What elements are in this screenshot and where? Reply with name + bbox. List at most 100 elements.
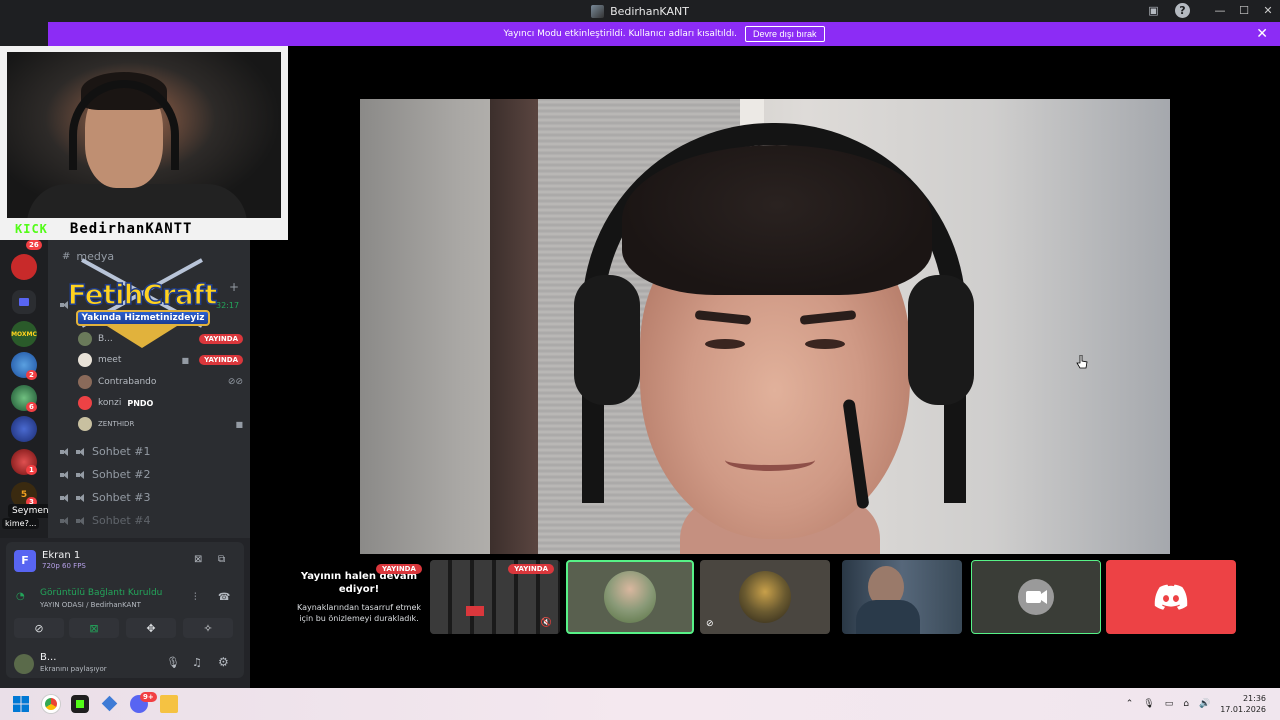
video-camera-icon — [1018, 579, 1054, 615]
disable-streamer-mode-button[interactable]: Devre dışı bırak — [745, 26, 825, 42]
notification-badge: 9+ — [140, 692, 157, 702]
screen-share-active-icon: ⊠ — [89, 621, 99, 635]
microphone-icon[interactable]: 🎙 — [166, 656, 180, 669]
member-status: PNDO — [127, 398, 154, 408]
noise-suppression-icon[interactable]: ⫶ — [194, 592, 197, 603]
volume-icon[interactable]: 🔊 — [1199, 699, 1210, 709]
participant-tile-speaking[interactable] — [566, 560, 694, 634]
participant-tile[interactable]: ⊘ — [700, 560, 830, 634]
screen-share-button[interactable]: ⊠ — [69, 618, 119, 638]
discord-tile[interactable] — [1106, 560, 1236, 634]
live-badge: YAYINDA — [508, 564, 554, 574]
microphone-tray-icon[interactable]: 🎙 — [1143, 699, 1154, 709]
user-status: Ekranını paylaşıyor — [40, 665, 107, 673]
participant-tile-camera[interactable] — [842, 560, 962, 634]
server-icon-5[interactable] — [11, 416, 37, 442]
camera-off-icon: ⊘ — [34, 621, 44, 635]
server-icon-moxmc[interactable]: MOXMC — [11, 321, 37, 347]
voice-member[interactable]: meet ■ YAYINDA — [78, 353, 243, 367]
server-badge: 2 — [26, 370, 37, 380]
signal-icon[interactable]: ◔ — [16, 591, 25, 602]
screen-quality: 720p 60 FPS — [42, 562, 86, 570]
camera-off-icon: ⊘ — [706, 619, 714, 629]
network-icon[interactable]: ⌂ — [1183, 699, 1189, 709]
voice-channel-sohbet-3[interactable]: Sohbet #3 — [60, 491, 150, 504]
help-icon[interactable]: ? — [1175, 3, 1190, 18]
webcam-video — [7, 52, 281, 218]
activities-icon: ✥ — [146, 621, 156, 635]
camera-icon: ■ — [235, 419, 243, 429]
voice-member[interactable]: konzi PNDO — [78, 396, 243, 410]
popout-icon[interactable]: ⧉ — [218, 554, 225, 565]
windows-taskbar: 9+ ⌃ 🎙 ▭ ⌂ 🔊 21:36 17.01.2026 — [0, 688, 1280, 720]
voice-member[interactable]: Contrabando ⊘⊘ — [78, 375, 243, 389]
server-badge: 6 — [26, 402, 37, 412]
streamer-mode-banner: Yayıncı Modu etkinleştirildi. Kullanıcı … — [48, 22, 1280, 46]
streamer-name: BedirhanKANTT — [69, 221, 193, 237]
main-video-stage[interactable] — [360, 99, 1170, 554]
voice-channel-sohbet-4[interactable]: Sohbet #4 — [60, 514, 150, 527]
avatar — [78, 375, 92, 389]
voice-connected-status[interactable]: Görüntülü Bağlantı Kuruldu — [40, 588, 162, 598]
server-badge: 26 — [26, 240, 42, 250]
avatar — [604, 571, 656, 623]
live-badge: YAYINDA — [376, 564, 422, 574]
system-tray: ⌃ 🎙 ▭ ⌂ 🔊 21:36 17.01.2026 — [1126, 688, 1266, 720]
chrome-icon[interactable] — [42, 695, 60, 713]
stop-share-icon[interactable]: ⊠ — [194, 554, 202, 565]
avatar — [739, 571, 791, 623]
username: B... — [40, 652, 57, 663]
soundboard-icon: ✧ — [203, 621, 213, 635]
soundboard-button[interactable]: ✧ — [183, 618, 233, 638]
voice-member[interactable]: ZENTHIDR ■ — [78, 417, 243, 431]
muted-speaker-icon[interactable]: 🔇 — [541, 618, 552, 628]
add-channel-icon[interactable]: + — [229, 280, 239, 294]
disconnect-icon[interactable]: ☎ — [218, 592, 230, 603]
close-icon[interactable]: ✕ — [1256, 26, 1268, 42]
window-avatar-icon — [591, 4, 605, 18]
preview-paused-message: Yayının halen devam ediyor! Kaynaklarınd… — [296, 571, 422, 623]
kick-logo: KICK — [15, 222, 48, 236]
minimize-button[interactable]: — — [1208, 0, 1232, 22]
live-badge: YAYINDA — [199, 355, 243, 365]
avatar — [78, 417, 92, 431]
stream-tile-screen[interactable]: YAYINDA 🔇 — [430, 560, 560, 634]
streamer-webcam-overlay: KICK BedirhanKANTT — [0, 46, 288, 240]
voice-channel-sohbet-2[interactable]: Sohbet #2 — [60, 468, 150, 481]
app-diamond-icon[interactable] — [100, 695, 118, 713]
settings-gear-icon[interactable]: ⚙ — [218, 655, 229, 669]
speaker-icon — [76, 470, 86, 480]
windows-start-icon[interactable] — [12, 695, 30, 713]
chevron-up-icon[interactable]: ⌃ — [1126, 699, 1134, 709]
file-explorer-icon[interactable] — [160, 695, 178, 713]
voice-channel-sohbet-1[interactable]: Sohbet #1 — [60, 445, 150, 458]
camera-tile[interactable] — [971, 560, 1101, 634]
server-tooltip-sub: kime?... — [2, 518, 40, 529]
discord-logo-icon — [1154, 584, 1188, 610]
headphones-icon[interactable]: ♫ — [192, 656, 202, 669]
fetihcraft-promo: FetihCraft Yakında Hizmetinizdeyiz — [62, 256, 222, 348]
avatar[interactable] — [14, 654, 34, 674]
display-icon[interactable]: ▭ — [1165, 699, 1174, 709]
server-badge: 1 — [26, 465, 37, 475]
activities-button[interactable]: ✥ — [126, 618, 176, 638]
speaker-icon — [76, 516, 86, 526]
folder-icon[interactable] — [12, 290, 36, 314]
speaker-icon — [60, 470, 70, 480]
server-icon-1[interactable] — [11, 254, 37, 280]
speaker-icon — [60, 516, 70, 526]
maximize-button[interactable]: ☐ — [1232, 0, 1256, 22]
clock[interactable]: 21:36 17.01.2026 — [1220, 693, 1266, 715]
inbox-icon[interactable]: ▣ — [1146, 3, 1161, 18]
video-toggle-button[interactable]: ⊘ — [14, 618, 64, 638]
user-panel: F Ekran 1 720p 60 FPS ⊠ ⧉ ◔ Görüntülü Ba… — [0, 538, 250, 688]
close-window-button[interactable]: ✕ — [1256, 0, 1280, 22]
muted-deafened-icon: ⊘⊘ — [227, 377, 243, 387]
speaker-icon — [60, 447, 70, 457]
avatar — [78, 353, 92, 367]
kick-app-icon[interactable] — [71, 695, 89, 713]
promo-subtitle: Yakında Hizmetinizdeyiz — [76, 310, 210, 326]
webcam-label: KICK BedirhanKANTT — [7, 220, 281, 238]
camera-icon: ■ — [181, 355, 190, 365]
voice-channel-name[interactable]: YAYIN ODASI / BedirhanKANT — [40, 601, 141, 609]
